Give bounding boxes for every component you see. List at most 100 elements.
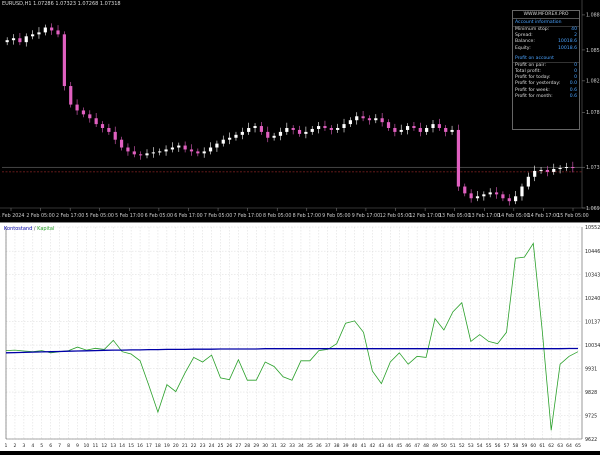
candle-body: [196, 151, 200, 154]
candle-body: [488, 192, 492, 195]
account-info-panel: WWW.MFOREX.PRO Account information Minim…: [512, 10, 580, 130]
x-tick-label: 7: [58, 443, 61, 449]
y-tick-label: 10240: [585, 296, 600, 302]
y-tick-label: 10446: [585, 249, 600, 255]
candle-body: [475, 196, 480, 199]
time-tick-label: 7 Feb 05:00: [204, 213, 232, 219]
x-tick-label: 13: [110, 443, 116, 449]
candle-body: [119, 139, 124, 148]
candle-body: [291, 128, 295, 130]
candle-body: [418, 128, 422, 132]
x-tick-label: 41: [361, 443, 367, 449]
candle-body: [463, 186, 467, 194]
candle-body: [253, 126, 257, 128]
candle-body: [208, 147, 213, 152]
x-tick-label: 2: [13, 443, 16, 449]
x-tick-label: 52: [459, 443, 465, 449]
x-tick-label: 43: [378, 443, 384, 449]
candle-body: [139, 154, 143, 156]
candle-body: [323, 126, 327, 128]
candle-body: [100, 124, 105, 128]
x-tick-label: 64: [566, 443, 572, 449]
candle-body: [412, 126, 416, 128]
profit-rows: Profit on pair: 0 Total profit: 0 Profit for…: [513, 63, 579, 100]
time-tick-label: 2 Feb 17:00: [56, 213, 84, 219]
x-tick-label: 49: [432, 443, 438, 449]
x-tick-label: 54: [477, 443, 483, 449]
candle-body: [380, 118, 384, 123]
price-chart-panel[interactable]: 1.08879 1.08520 1.08203 1.07880 1.07318 1.069…: [0, 0, 600, 222]
equity-chart[interactable]: 1055210446103431024010137100349931982897…: [0, 223, 600, 451]
candle-body: [348, 120, 352, 125]
x-tick-label: 59: [521, 443, 527, 449]
x-tick-label: 14: [119, 443, 125, 449]
candle-body: [158, 151, 162, 153]
time-tick-label: 9 Feb 05:00: [322, 213, 350, 219]
candle-body: [329, 128, 333, 130]
panel-row-value: 10018.6: [558, 45, 577, 51]
x-tick-label: 57: [504, 443, 510, 449]
candle-body: [285, 128, 289, 132]
candle-body: [177, 145, 181, 148]
x-tick-label: 23: [200, 443, 206, 449]
candle-body: [297, 129, 302, 134]
x-tick-label: 20: [173, 443, 179, 449]
candle-body: [367, 118, 372, 121]
candle-body: [336, 128, 340, 130]
candle-body: [259, 126, 263, 132]
x-tick-label: 15: [128, 443, 134, 449]
x-tick-label: 38: [334, 443, 340, 449]
candle-body: [266, 131, 270, 138]
candle-body: [37, 32, 41, 35]
candle-body: [552, 168, 556, 172]
candle-body: [170, 147, 175, 150]
account-info-title: Account information: [513, 19, 579, 27]
candle-body: [234, 134, 238, 138]
candle-body: [514, 196, 518, 202]
x-tick-label: 45: [396, 443, 402, 449]
candle-body: [317, 126, 321, 129]
y-tick-label: 9725: [585, 413, 597, 419]
x-tick-label: 62: [548, 443, 554, 449]
candle-body: [215, 143, 219, 148]
candle-body: [81, 110, 86, 115]
candle-body: [69, 86, 73, 105]
panel-row: Profit for month: 0.6: [513, 94, 579, 100]
candle-body: [361, 116, 365, 119]
x-tick-label: 4: [31, 443, 34, 449]
price-tick-label: 1.08879: [586, 13, 600, 19]
x-tick-label: 53: [468, 443, 474, 449]
x-tick-label: 8: [67, 443, 70, 449]
time-tick-label: 6 Feb 05:00: [145, 213, 173, 219]
time-tick-label: 6 Feb 17:00: [174, 213, 202, 219]
candle-body: [221, 139, 225, 144]
y-tick-label: 9622: [585, 437, 597, 443]
legend-kontostand: Kontostand: [4, 226, 33, 232]
candle-body: [18, 38, 22, 43]
candle-body: [355, 116, 359, 121]
candle-body: [437, 124, 441, 128]
candle-body: [386, 122, 391, 128]
price-tick-label: 1.08203: [586, 79, 600, 85]
x-tick-label: 56: [495, 443, 501, 449]
candle-body: [50, 27, 54, 31]
symbol-info: EURUSD,H1 1.07286 1.07323 1.07268 1.0731…: [2, 1, 121, 7]
candle-body: [444, 128, 448, 132]
candle-body: [482, 194, 486, 197]
time-tick-label: 7 Feb 17:00: [233, 213, 261, 219]
time-tick-label: 14 Feb 05:00: [498, 213, 529, 219]
x-tick-label: 27: [235, 443, 241, 449]
candle-body: [126, 147, 130, 152]
time-tick-label: 8 Feb 17:00: [293, 213, 321, 219]
equity-chart-panel[interactable]: 10552 10446 10343 10240 10137 10034 9931 9828 97…: [0, 222, 600, 451]
x-tick-label: 37: [325, 443, 331, 449]
time-tick-label: 13 Feb 05:00: [439, 213, 470, 219]
x-tick-label: 40: [352, 443, 358, 449]
time-tick-label: 14 Feb 17:00: [528, 213, 559, 219]
x-tick-label: 47: [414, 443, 420, 449]
x-tick-label: 55: [486, 443, 492, 449]
candle-body: [545, 169, 549, 172]
x-tick-label: 50: [441, 443, 447, 449]
price-chart[interactable]: 1.08879 1.08520 1.08203 1.07880 1.07318 1.069…: [0, 0, 600, 222]
candle-body: [62, 34, 66, 87]
